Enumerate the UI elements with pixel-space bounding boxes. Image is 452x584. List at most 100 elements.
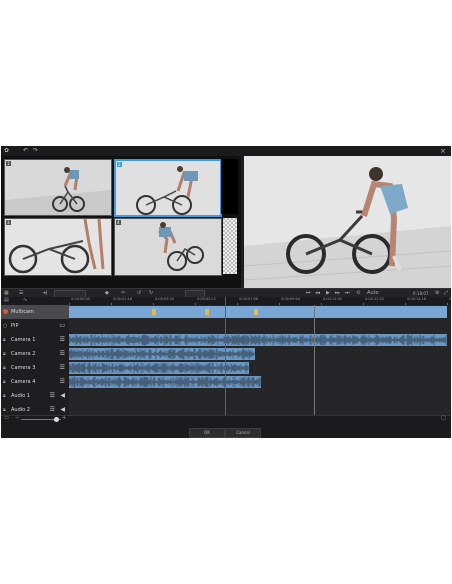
multicam-editor-window: ✿ ↶ ↷ × 1 2 3 4 ▦ ☰ ◂) ◆ ✂ ↺ ↻ ⏮ ◂◂ ▶ ▸▸… <box>1 146 451 438</box>
play-icon[interactable]: ▶ <box>326 290 330 297</box>
track-settings-icon[interactable]: ▤ <box>4 297 9 304</box>
redo-icon[interactable]: ↷ <box>33 147 38 155</box>
track-label-camera-2: Camera 2 <box>11 351 36 357</box>
preview-timecode: 0:18:07 <box>413 291 429 296</box>
empty-slot-bottom <box>223 218 237 274</box>
lock-icon[interactable]: 🔒︎ <box>3 378 6 386</box>
playhead[interactable] <box>225 297 226 415</box>
zoom-slider-knob[interactable] <box>54 417 59 422</box>
track-header-camera-4[interactable]: 🔒︎ Camera 4 ☰ <box>1 375 69 390</box>
track-pip[interactable] <box>69 319 451 334</box>
multicam-clip[interactable] <box>69 306 447 318</box>
camera-2-view[interactable]: 2 <box>114 159 222 217</box>
bottom-bar: ▭ − + OK Cancel ▢ <box>1 415 451 438</box>
track-camera-1[interactable] <box>69 333 451 348</box>
fullscreen-icon[interactable]: ⤢ <box>444 290 448 297</box>
settings-icon[interactable]: ⚙ <box>435 290 439 297</box>
camera-2-clip[interactable] <box>69 348 255 360</box>
ruler-timecode: 0:00:05:12 <box>197 297 217 301</box>
lock-icon[interactable]: 🔒︎ <box>3 350 6 358</box>
next-frame-icon[interactable]: ⏭ <box>345 290 350 297</box>
ruler-timecode: 0:00:03:20 <box>155 297 175 301</box>
camera-1-view[interactable]: 1 <box>4 159 112 216</box>
list-view-icon[interactable]: ☰ <box>19 290 23 297</box>
step-forward-icon[interactable]: ▸▸ <box>335 290 340 297</box>
camera-4-waveform <box>69 376 261 388</box>
camera-4-view[interactable]: 4 <box>114 218 222 276</box>
audio-1-speaker-icon[interactable]: ◀ <box>60 392 65 400</box>
track-label-camera-1: Camera 1 <box>11 337 36 343</box>
track-header-camera-1[interactable]: 🔒︎ Camera 1 ☰ <box>1 333 69 348</box>
camera-1-number: 1 <box>6 161 11 166</box>
ruler-timecode: 0:00:09:04 <box>281 297 301 301</box>
ruler-timecode: 0:00:12:22 <box>365 297 385 301</box>
camera-3-menu-icon[interactable]: ☰ <box>60 364 65 372</box>
record-icon[interactable] <box>3 309 8 314</box>
camera-1-menu-icon[interactable]: ☰ <box>60 336 65 344</box>
preview-image <box>244 156 451 288</box>
camera-3-number: 3 <box>6 220 11 225</box>
loop-icon[interactable]: ⟲ <box>356 290 360 297</box>
track-label-multicam: Multicam <box>11 309 34 315</box>
camera-4-menu-icon[interactable]: ☰ <box>60 378 65 386</box>
switch-marker[interactable] <box>152 309 156 315</box>
undo-icon[interactable]: ↶ <box>23 147 28 155</box>
camera-1-image <box>5 160 111 215</box>
track-label-pip: PIP <box>11 323 19 329</box>
track-header-multicam[interactable]: Multicam <box>1 305 69 320</box>
camera-3-waveform <box>69 362 249 374</box>
zoom-out-icon[interactable]: − <box>15 415 19 422</box>
ruler-timecode: 0:00:11:00 <box>323 297 343 301</box>
ruler-timecode: 0:00:14:18 <box>407 297 427 301</box>
camera-3-view[interactable]: 3 <box>4 218 112 276</box>
split-icon[interactable]: ✂ <box>121 290 125 297</box>
multiview-panel: 1 2 3 4 <box>1 156 241 288</box>
lock-icon[interactable]: 🔒︎ <box>3 336 6 344</box>
track-multicam[interactable] <box>69 305 451 320</box>
track-audio-1[interactable] <box>69 389 451 404</box>
track-header-camera-2[interactable]: 🔒︎ Camera 2 ☰ <box>1 347 69 362</box>
fit-timeline-icon[interactable]: ▭ <box>4 415 9 422</box>
timeline-ruler[interactable]: 0:00:00:00 0:00:01:16 0:00:03:20 0:00:05:12… <box>69 297 451 305</box>
expand-icon[interactable]: ▢ <box>441 415 446 422</box>
track-camera-4[interactable] <box>69 375 451 390</box>
switch-marker[interactable] <box>254 309 258 315</box>
track-camera-3[interactable] <box>69 361 451 376</box>
switch-marker[interactable] <box>205 309 209 315</box>
pip-toggle-icon[interactable]: ○ <box>3 322 7 330</box>
lock-icon[interactable]: 🔒︎ <box>3 406 6 414</box>
rotate-left-icon[interactable]: ↺ <box>137 290 141 297</box>
track-header-pip[interactable]: ○ PIP ▭ <box>1 319 69 334</box>
prev-frame-icon[interactable]: ⏮ <box>306 290 311 297</box>
camera-3-image <box>5 219 111 275</box>
camera-2-number: 2 <box>117 162 122 167</box>
camera-2-waveform <box>69 348 255 360</box>
audio-1-menu-icon[interactable]: ☰ <box>50 392 55 400</box>
camera-1-clip[interactable] <box>69 334 447 346</box>
camera-3-clip[interactable] <box>69 362 249 374</box>
audio-2-speaker-icon[interactable]: ◀ <box>60 406 65 414</box>
pip-window-icon[interactable]: ▭ <box>59 322 65 330</box>
zoom-in-icon[interactable]: + <box>62 415 66 422</box>
zoom-dropdown[interactable]: Auto <box>367 290 379 297</box>
lock-icon[interactable]: 🔒︎ <box>3 364 6 372</box>
camera-2-menu-icon[interactable]: ☰ <box>60 350 65 358</box>
track-camera-2[interactable] <box>69 347 451 362</box>
camera-4-clip[interactable] <box>69 376 261 388</box>
title-bar: ✿ ↶ ↷ × <box>1 146 451 156</box>
marker-icon[interactable]: ◆ <box>105 290 109 297</box>
close-icon[interactable]: × <box>440 147 446 155</box>
audio-2-menu-icon[interactable]: ☰ <box>50 406 55 414</box>
track-header-camera-3[interactable]: 🔒︎ Camera 3 ☰ <box>1 361 69 376</box>
ok-button[interactable]: OK <box>189 428 225 438</box>
cancel-button[interactable]: Cancel <box>225 428 261 438</box>
track-header-audio-1[interactable]: 🔒︎ Audio 1 ☰ ◀ <box>1 389 69 404</box>
rotate-right-icon[interactable]: ↻ <box>149 290 153 297</box>
camera-4-number: 4 <box>116 220 121 225</box>
track-label-camera-3: Camera 3 <box>11 365 36 371</box>
audio-wave-icon[interactable]: ∿ <box>23 297 27 304</box>
volume-icon[interactable]: ◂) <box>43 290 47 297</box>
step-back-icon[interactable]: ◂◂ <box>315 290 320 297</box>
lock-icon[interactable]: 🔒︎ <box>3 392 6 400</box>
grid-view-icon[interactable]: ▦ <box>4 290 9 297</box>
